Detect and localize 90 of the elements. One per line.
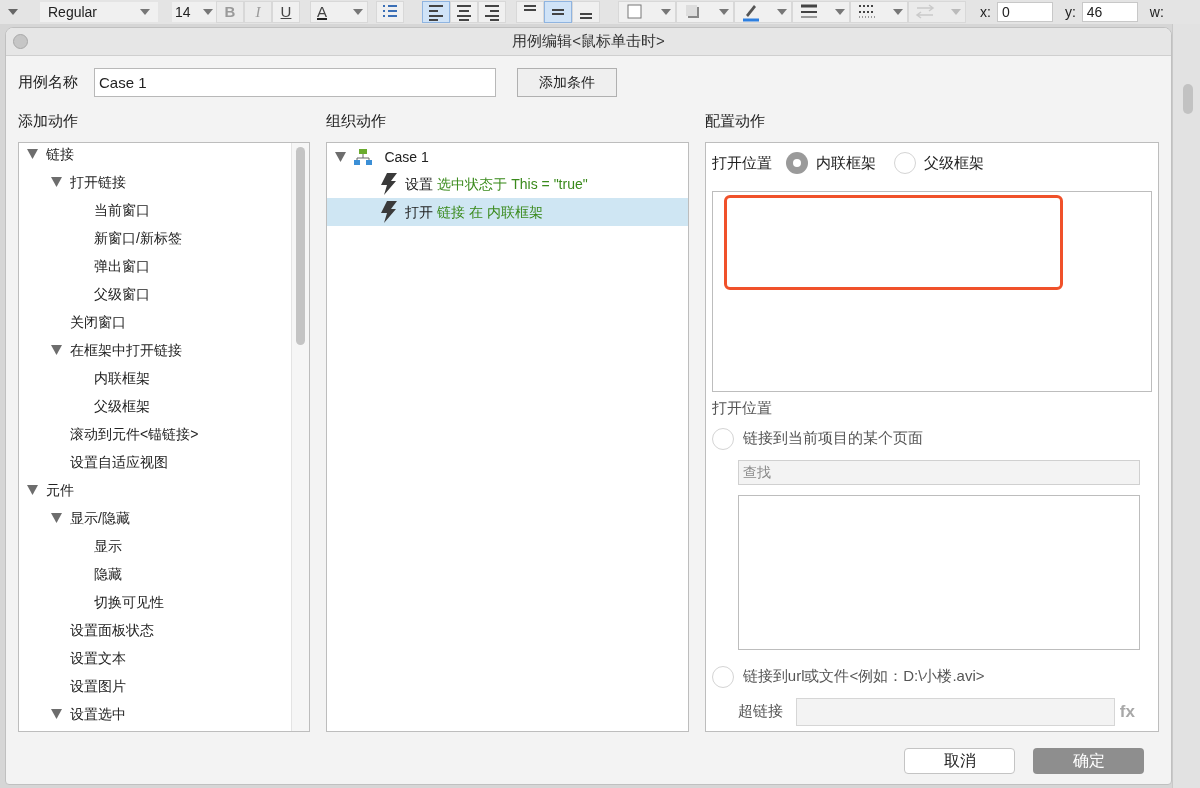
tree-item[interactable]: 隐藏 <box>94 563 122 585</box>
caret-icon <box>719 9 729 15</box>
x-label: x: <box>980 2 991 22</box>
tree-item[interactable]: 内联框架 <box>94 367 150 389</box>
shadow-button[interactable] <box>676 1 734 23</box>
caret-icon <box>835 9 845 15</box>
tree-item[interactable]: 显示/隐藏 <box>70 507 130 529</box>
y-field[interactable]: 46 <box>1081 2 1138 22</box>
radio-label[interactable]: 父级框架 <box>923 151 984 175</box>
hyperlink-field[interactable] <box>795 697 1115 726</box>
case-name-field[interactable]: Case 1 <box>94 67 496 97</box>
radio-label[interactable]: 内联框架 <box>815 151 876 175</box>
field-label: 打开位置 <box>711 152 772 173</box>
radio-button[interactable] <box>711 427 734 450</box>
action-row[interactable]: 打开 链接 在 内联框架 <box>327 198 688 226</box>
font-size-dropdown[interactable]: 14 <box>172 2 216 22</box>
caret-icon <box>353 9 363 15</box>
radio-label[interactable]: 链接到当前项目的某个页面 <box>742 427 923 450</box>
action-text: 设置 选中状态于 This = "true" <box>405 174 588 194</box>
lightning-icon <box>379 201 398 223</box>
tree-item[interactable]: 链接 <box>46 143 74 165</box>
case-label[interactable]: Case 1 <box>384 146 429 168</box>
radio-button[interactable] <box>893 152 916 174</box>
add-condition-button[interactable]: 添加条件 <box>517 67 617 97</box>
pen-icon <box>741 2 761 22</box>
valign-bottom-button[interactable] <box>572 1 600 23</box>
tree-item[interactable]: 切换可见性 <box>94 591 164 613</box>
tree-item[interactable]: 显示 <box>94 535 122 557</box>
tree-item[interactable]: 父级框架 <box>94 395 150 417</box>
tree-item[interactable]: 新窗口/新标签 <box>94 227 182 249</box>
tree-item[interactable]: 元件 <box>46 479 74 501</box>
tree-item[interactable]: 设置自适应视图 <box>70 451 168 473</box>
scrollbar-thumb[interactable] <box>1183 84 1193 114</box>
align-bottom-icon <box>580 13 592 19</box>
section-label: 打开位置 <box>711 398 773 418</box>
line-color-button[interactable] <box>734 1 792 23</box>
tree-item[interactable]: 弹出窗口 <box>94 255 150 277</box>
x-field[interactable]: 0 <box>996 2 1053 22</box>
radio-label[interactable]: 链接到url或文件<例如：D:\小楼.avi> <box>742 665 985 688</box>
w-label: w: <box>1149 2 1164 22</box>
case-name-label: 用例名称 <box>18 71 79 92</box>
valign-top-button[interactable] <box>516 1 544 23</box>
lightning-icon <box>379 173 398 195</box>
caret-icon <box>951 9 961 15</box>
list-button[interactable] <box>376 1 404 23</box>
action-text: 打开 链接 在 内联框架 <box>405 202 544 222</box>
caret-icon <box>661 9 671 15</box>
underline-button[interactable]: U <box>272 1 300 23</box>
font-style-dropdown[interactable]: Regular <box>40 2 158 22</box>
radio-button[interactable] <box>785 152 808 174</box>
action-row[interactable]: 设置 选中状态于 This = "true" <box>327 170 688 198</box>
y-label: y: <box>1064 2 1076 22</box>
arrow-style-icon <box>915 2 935 22</box>
tree-item[interactable]: 关闭窗口 <box>70 311 126 333</box>
line-weight-button[interactable] <box>792 1 850 23</box>
tree-item[interactable]: 父级窗口 <box>94 283 150 305</box>
align-left-button[interactable] <box>422 1 450 23</box>
align-top-icon <box>524 5 536 11</box>
line-style-button[interactable] <box>850 1 908 23</box>
section-title: 添加动作 <box>18 111 79 131</box>
tree-item[interactable]: 滚动到元件<锚链接> <box>70 423 199 445</box>
tree-item[interactable]: 设置图片 <box>70 675 126 697</box>
window-title: 用例编辑<鼠标单击时> <box>512 31 665 52</box>
scrollbar-thumb[interactable] <box>296 147 306 345</box>
radio-button[interactable] <box>711 665 734 688</box>
align-right-button[interactable] <box>478 1 506 23</box>
valign-middle-button[interactable] <box>544 1 572 23</box>
fill-icon <box>625 2 645 22</box>
caret-icon <box>203 9 213 15</box>
text-color-button[interactable]: A <box>310 1 368 23</box>
tree-item[interactable]: 设置面板状态 <box>70 619 154 641</box>
align-middle-icon <box>552 9 564 15</box>
tree-item[interactable]: 当前窗口 <box>94 199 150 221</box>
tree-item[interactable]: 设置文本 <box>70 647 126 669</box>
tree-item[interactable]: 设置选中 <box>70 703 126 725</box>
align-center-icon <box>454 2 474 22</box>
align-right-icon <box>482 2 502 22</box>
fill-button[interactable] <box>618 1 676 23</box>
align-center-button[interactable] <box>450 1 478 23</box>
case-tree-icon <box>354 149 373 165</box>
field-label: 超链接 <box>737 701 784 722</box>
section-title: 配置动作 <box>704 111 766 131</box>
caret-icon <box>777 9 787 15</box>
tree-item[interactable]: 打开链接 <box>70 171 126 193</box>
caret-icon <box>140 9 150 15</box>
section-title: 组织动作 <box>326 111 388 131</box>
cancel-button[interactable]: 取消 <box>904 748 1015 774</box>
align-left-icon <box>426 2 446 22</box>
tree-item[interactable]: 在框架中打开链接 <box>70 339 182 361</box>
caret-icon <box>893 9 903 15</box>
